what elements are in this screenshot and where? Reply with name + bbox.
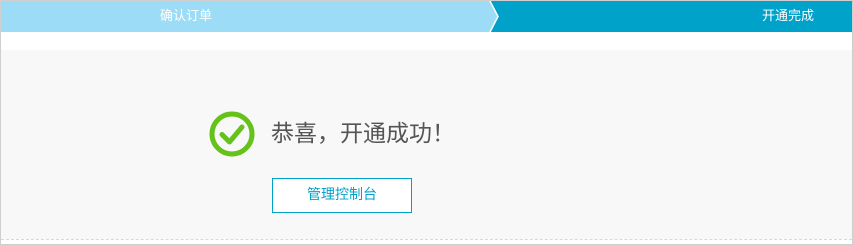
progress-steps: 确认订单 开通完成: [1, 1, 852, 32]
step-2-label: 开通完成: [762, 9, 815, 24]
check-circle-icon: [209, 111, 255, 157]
bottom-divider: [1, 239, 852, 240]
success-message: 恭喜，开通成功！: [271, 121, 455, 147]
step-1-label: 确认订单: [160, 9, 213, 24]
progress-steps-bar: [1, 1, 852, 32]
step-1-background: [1, 1, 498, 32]
order-result-panel: 确认订单 开通完成 恭喜，开通成功！ 管理控制台: [0, 0, 853, 245]
management-console-button[interactable]: 管理控制台: [272, 178, 412, 213]
